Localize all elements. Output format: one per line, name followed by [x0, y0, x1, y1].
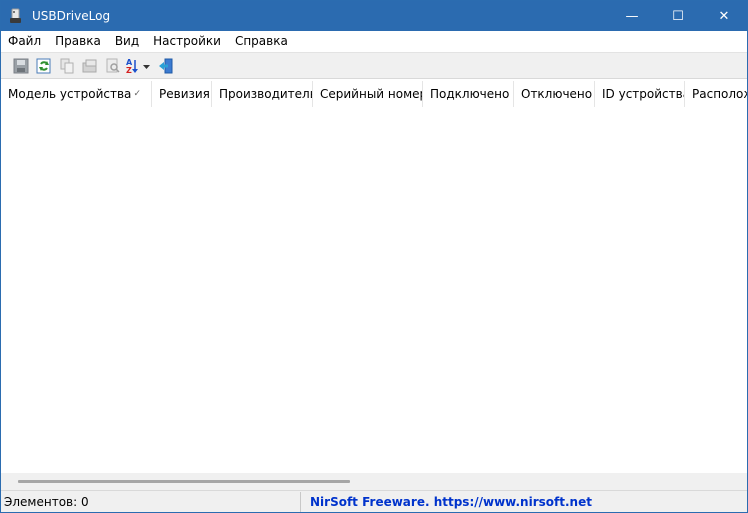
column-header-manufacturer[interactable]: Производитель [212, 81, 313, 107]
column-header-revision[interactable]: Ревизия [152, 81, 212, 107]
drive-log-list[interactable]: Модель устройства ✓ Ревизия Производител… [1, 79, 747, 473]
svg-text:Z: Z [126, 66, 132, 74]
title-bar[interactable]: USBDriveLog — ☐ ✕ [1, 1, 747, 31]
refresh-button[interactable] [33, 55, 54, 76]
toolbar: A Z [1, 52, 747, 79]
maximize-button[interactable]: ☐ [655, 1, 701, 31]
save-icon [13, 58, 28, 73]
column-header-device-model[interactable]: Модель устройства ✓ [1, 81, 152, 107]
column-header-device-id[interactable]: ID устройства [595, 81, 685, 107]
menu-file[interactable]: Файл [1, 31, 48, 52]
sort-az-icon: A Z [126, 58, 150, 74]
minimize-button[interactable]: — [609, 1, 655, 31]
menu-bar: Файл Правка Вид Настройки Справка [1, 31, 747, 52]
column-header-label: Модель устройства [8, 87, 132, 101]
nirsoft-link[interactable]: NirSoft Freeware. https://www.nirsoft.ne… [301, 492, 592, 512]
horizontal-scrollbar[interactable] [1, 473, 747, 490]
status-bar: Элементов: 0 NirSoft Freeware. https://w… [1, 490, 747, 512]
app-window: USBDriveLog — ☐ ✕ Файл Правка Вид Настро… [0, 0, 748, 513]
column-header-serial-number[interactable]: Серийный номер [313, 81, 423, 107]
copy-icon [60, 58, 73, 73]
menu-options[interactable]: Настройки [146, 31, 228, 52]
exit-icon [158, 58, 172, 73]
column-header-connected[interactable]: Подключено [423, 81, 514, 107]
close-button[interactable]: ✕ [701, 1, 747, 31]
menu-help[interactable]: Справка [228, 31, 295, 52]
menu-view[interactable]: Вид [108, 31, 146, 52]
menu-edit[interactable]: Правка [48, 31, 108, 52]
find-button[interactable] [102, 55, 123, 76]
column-header-disconnected[interactable]: Отключено [514, 81, 595, 107]
item-count-label: Элементов: 0 [1, 491, 301, 512]
sort-button[interactable]: A Z [125, 55, 153, 76]
sort-indicator-icon: ✓ [133, 89, 141, 99]
properties-icon [82, 59, 96, 72]
exit-button[interactable] [155, 55, 176, 76]
horizontal-scroll-thumb[interactable] [18, 480, 350, 483]
column-header-row: Модель устройства ✓ Ревизия Производител… [1, 81, 747, 107]
window-title: USBDriveLog [32, 9, 111, 23]
copy-button[interactable] [56, 55, 77, 76]
save-button[interactable] [10, 55, 31, 76]
usb-drive-app-icon [9, 8, 25, 24]
properties-button[interactable] [79, 55, 100, 76]
column-header-location[interactable]: Располож [685, 81, 747, 107]
find-icon [106, 58, 120, 73]
refresh-icon [36, 58, 50, 73]
